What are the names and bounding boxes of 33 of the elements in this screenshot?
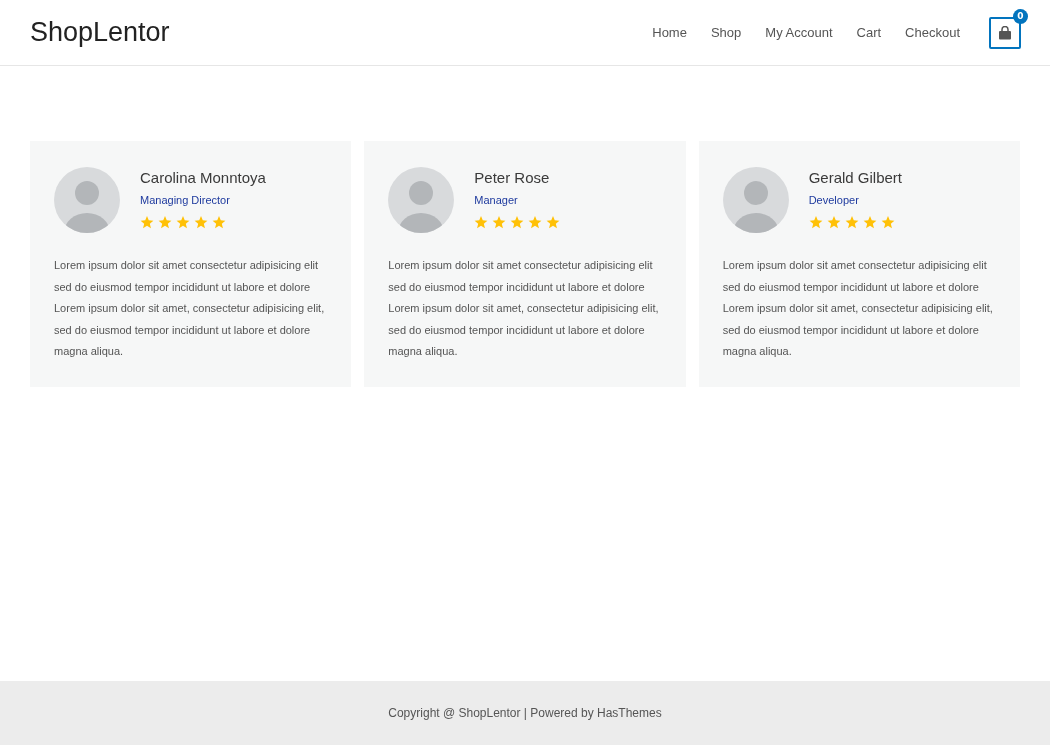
reviewer-role: Manager [474,194,519,206]
nav-link[interactable]: My Account [753,25,845,40]
testimonial-text: Lorem ipsum dolor sit amet consectetur adipisicing elit sed do eiusmod tempor incididunt ut labore et dolore Lorem ipsum dolor sit amet, consectetur adipisicing elit, sed do eiusmod tempor incididunt ut labore et dolore magna aliqua. [722,258,994,359]
star-icon [194,216,208,229]
star-icon [862,216,877,229]
reviewer-name: Gerald Gilbert [808,169,903,186]
nav-link[interactable]: Shop [698,25,754,40]
site-logo[interactable]: ShopLentor [30,17,170,48]
cart-count-badge: 0 [1013,8,1028,24]
reviewer-role: Developer [808,194,860,206]
reviewer-name: Carolina Monntoya [140,169,266,186]
shopping-bag-icon [998,25,1012,40]
nav-link[interactable]: Home [640,25,699,40]
star-icon [176,216,190,229]
reviewer-name: Peter Rose [474,169,551,186]
nav-link[interactable]: Cart [844,25,894,40]
star-icon [844,216,859,229]
star-icon [140,216,154,229]
star-icon [492,216,507,229]
star-icon [528,216,543,229]
star-icon [158,216,172,229]
star-icon [808,216,823,229]
star-icon [880,216,895,229]
star-icon [510,216,525,229]
testimonial-text: Lorem ipsum dolor sit amet consectetur adipisicing elit sed do eiusmod tempor incididunt ut labore et dolore Lorem ipsum dolor sit amet, consectetur adipisicing elit, sed do eiusmod tempor incididunt ut labore et dolore magna aliqua. [388,258,660,359]
copyright-text: Copyright @ ShopLentor | Powered by HasThemes [388,706,662,720]
star-icon [474,216,489,229]
nav-link[interactable]: Checkout [893,25,972,40]
testimonial-text: Lorem ipsum dolor sit amet consectetur adipisicing elit sed do eiusmod tempor incididunt ut labore et dolore Lorem ipsum dolor sit amet, consectetur adipisicing elit, sed do eiusmod tempor incididunt ut labore et dolore magna aliqua. [54,258,326,359]
star-icon [546,216,561,229]
star-icon [212,216,226,229]
star-icon [826,216,841,229]
reviewer-role: Managing Director [140,194,231,206]
